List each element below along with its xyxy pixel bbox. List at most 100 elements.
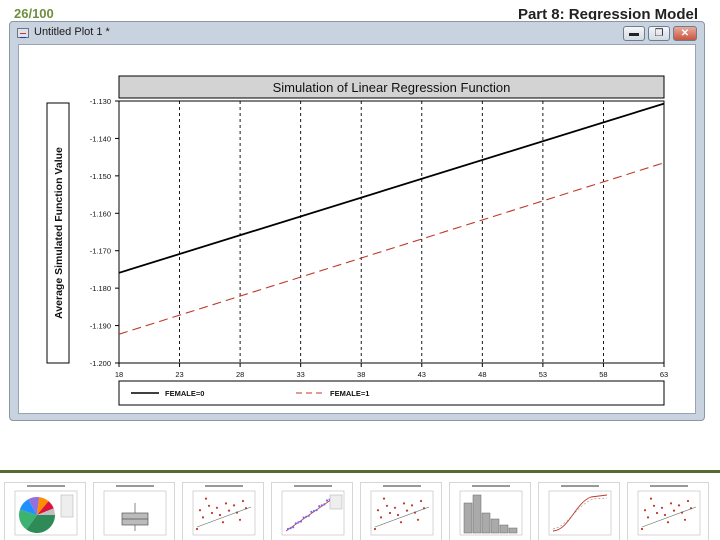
legend-label: FEMALE=1 — [330, 389, 369, 398]
thumb-point — [686, 499, 690, 503]
thumb-point — [416, 518, 420, 521]
plot-app-icon — [17, 28, 29, 38]
thumb-point — [302, 516, 305, 519]
thumbnail-scatter — [182, 482, 264, 540]
thumbnail-graphic — [637, 485, 701, 536]
y-tick-label: -1.140 — [90, 134, 111, 143]
thumb-point — [646, 516, 650, 519]
thumb-bar — [472, 494, 482, 534]
thumb-legend — [329, 494, 343, 510]
thumb-point — [315, 509, 318, 512]
thumb-point — [241, 499, 245, 503]
x-tick-label: 53 — [539, 370, 547, 379]
thumb-point — [405, 509, 409, 512]
thumb-bar — [481, 512, 491, 534]
thumbnail-prob — [271, 482, 353, 540]
chart-title: Simulation of Linear Regression Function — [273, 80, 511, 95]
legend-label: FEMALE=0 — [165, 389, 204, 398]
thumbnail-scatter — [627, 482, 709, 540]
thumb-frame — [637, 490, 701, 536]
thumb-point — [320, 504, 323, 507]
thumb-point — [289, 527, 292, 530]
regression-chart: Simulation of Linear Regression Function… — [46, 75, 668, 406]
plot-area-frame — [118, 100, 665, 364]
y-tick-label: -1.170 — [90, 247, 111, 256]
thumb-title-line — [27, 485, 65, 487]
thumb-point — [299, 520, 303, 523]
thumbnail-graphic — [14, 485, 78, 536]
y-tick-label: -1.180 — [90, 284, 111, 293]
y-tick-label: -1.200 — [90, 359, 111, 368]
thumb-point — [204, 497, 208, 500]
x-tick-label: 43 — [418, 370, 426, 379]
thumb-bar — [508, 527, 518, 534]
thumb-point — [677, 504, 681, 507]
thumb-point — [210, 511, 214, 515]
minimize-button[interactable]: ▬ — [623, 26, 645, 41]
thumbnail-pie — [4, 482, 86, 540]
thumb-point — [373, 527, 377, 531]
thumbnail-graphic — [548, 485, 612, 536]
thumbnail-strip — [0, 470, 720, 540]
thumb-point — [297, 521, 300, 524]
thumb-point — [232, 504, 236, 507]
thumb-point — [323, 503, 326, 506]
thumb-frame — [370, 490, 434, 536]
x-tick-label: 18 — [115, 370, 123, 379]
maximize-button[interactable]: ❐ — [648, 26, 670, 41]
y-axis-label: Average Simulated Function Value — [53, 147, 65, 319]
thumb-point — [672, 509, 676, 512]
thumb-point — [382, 497, 386, 500]
thumb-bar — [490, 518, 500, 534]
thumb-point — [224, 502, 228, 505]
x-tick-label: 58 — [599, 370, 607, 379]
window-title: Untitled Plot 1 * — [34, 26, 110, 38]
thumb-point — [195, 527, 199, 531]
thumb-point — [310, 510, 313, 513]
close-button[interactable]: ✕ — [673, 26, 697, 41]
slide-title: Part 8: Regression Model — [517, 6, 698, 20]
thumbnail-curve — [538, 482, 620, 540]
thumb-title-line — [294, 485, 332, 487]
x-tick-label: 38 — [357, 370, 365, 379]
y-tick-label: -1.150 — [90, 172, 111, 181]
window-titlebar[interactable]: Untitled Plot 1 * ▬ ❐ ✕ — [10, 22, 704, 44]
thumb-title-line — [383, 485, 421, 487]
thumb-point — [198, 509, 202, 512]
thumb-point — [640, 527, 644, 531]
thumb-point — [402, 502, 406, 505]
thumb-title-line — [116, 485, 154, 487]
thumb-point — [318, 505, 321, 508]
thumb-point — [207, 504, 211, 507]
thumb-point — [399, 521, 403, 524]
slide-number: 26/100 — [14, 6, 54, 20]
thumb-point — [410, 504, 414, 507]
thumb-frame — [192, 490, 256, 536]
thumb-title-line — [472, 485, 510, 487]
thumb-point — [385, 504, 389, 507]
x-tick-label: 63 — [660, 370, 668, 379]
thumb-title-line — [650, 485, 688, 487]
x-tick-label: 48 — [478, 370, 486, 379]
thumb-point — [227, 509, 231, 512]
thumb-point — [419, 499, 423, 503]
slide: 26/100 Part 8: Regression Model Untitled… — [0, 0, 720, 540]
thumb-title-line — [561, 485, 599, 487]
thumb-point — [201, 516, 205, 519]
x-tick-label: 23 — [175, 370, 183, 379]
thumb-point — [655, 511, 659, 515]
thumb-point — [286, 527, 290, 531]
thumb-point — [379, 516, 383, 519]
thumb-point — [305, 515, 308, 518]
thumb-point — [221, 521, 225, 524]
thumb-point — [666, 521, 670, 524]
plot-canvas-area[interactable]: Simulation of Linear Regression Function… — [18, 44, 696, 414]
thumb-point — [649, 497, 653, 500]
thumb-point — [660, 506, 664, 509]
thumb-point — [312, 509, 316, 513]
thumb-point — [292, 526, 295, 529]
x-tick-label: 33 — [296, 370, 304, 379]
thumb-point — [325, 499, 329, 502]
thumb-point — [376, 509, 380, 512]
plot-window[interactable]: Untitled Plot 1 * ▬ ❐ ✕ Simulation of Li… — [9, 21, 705, 421]
